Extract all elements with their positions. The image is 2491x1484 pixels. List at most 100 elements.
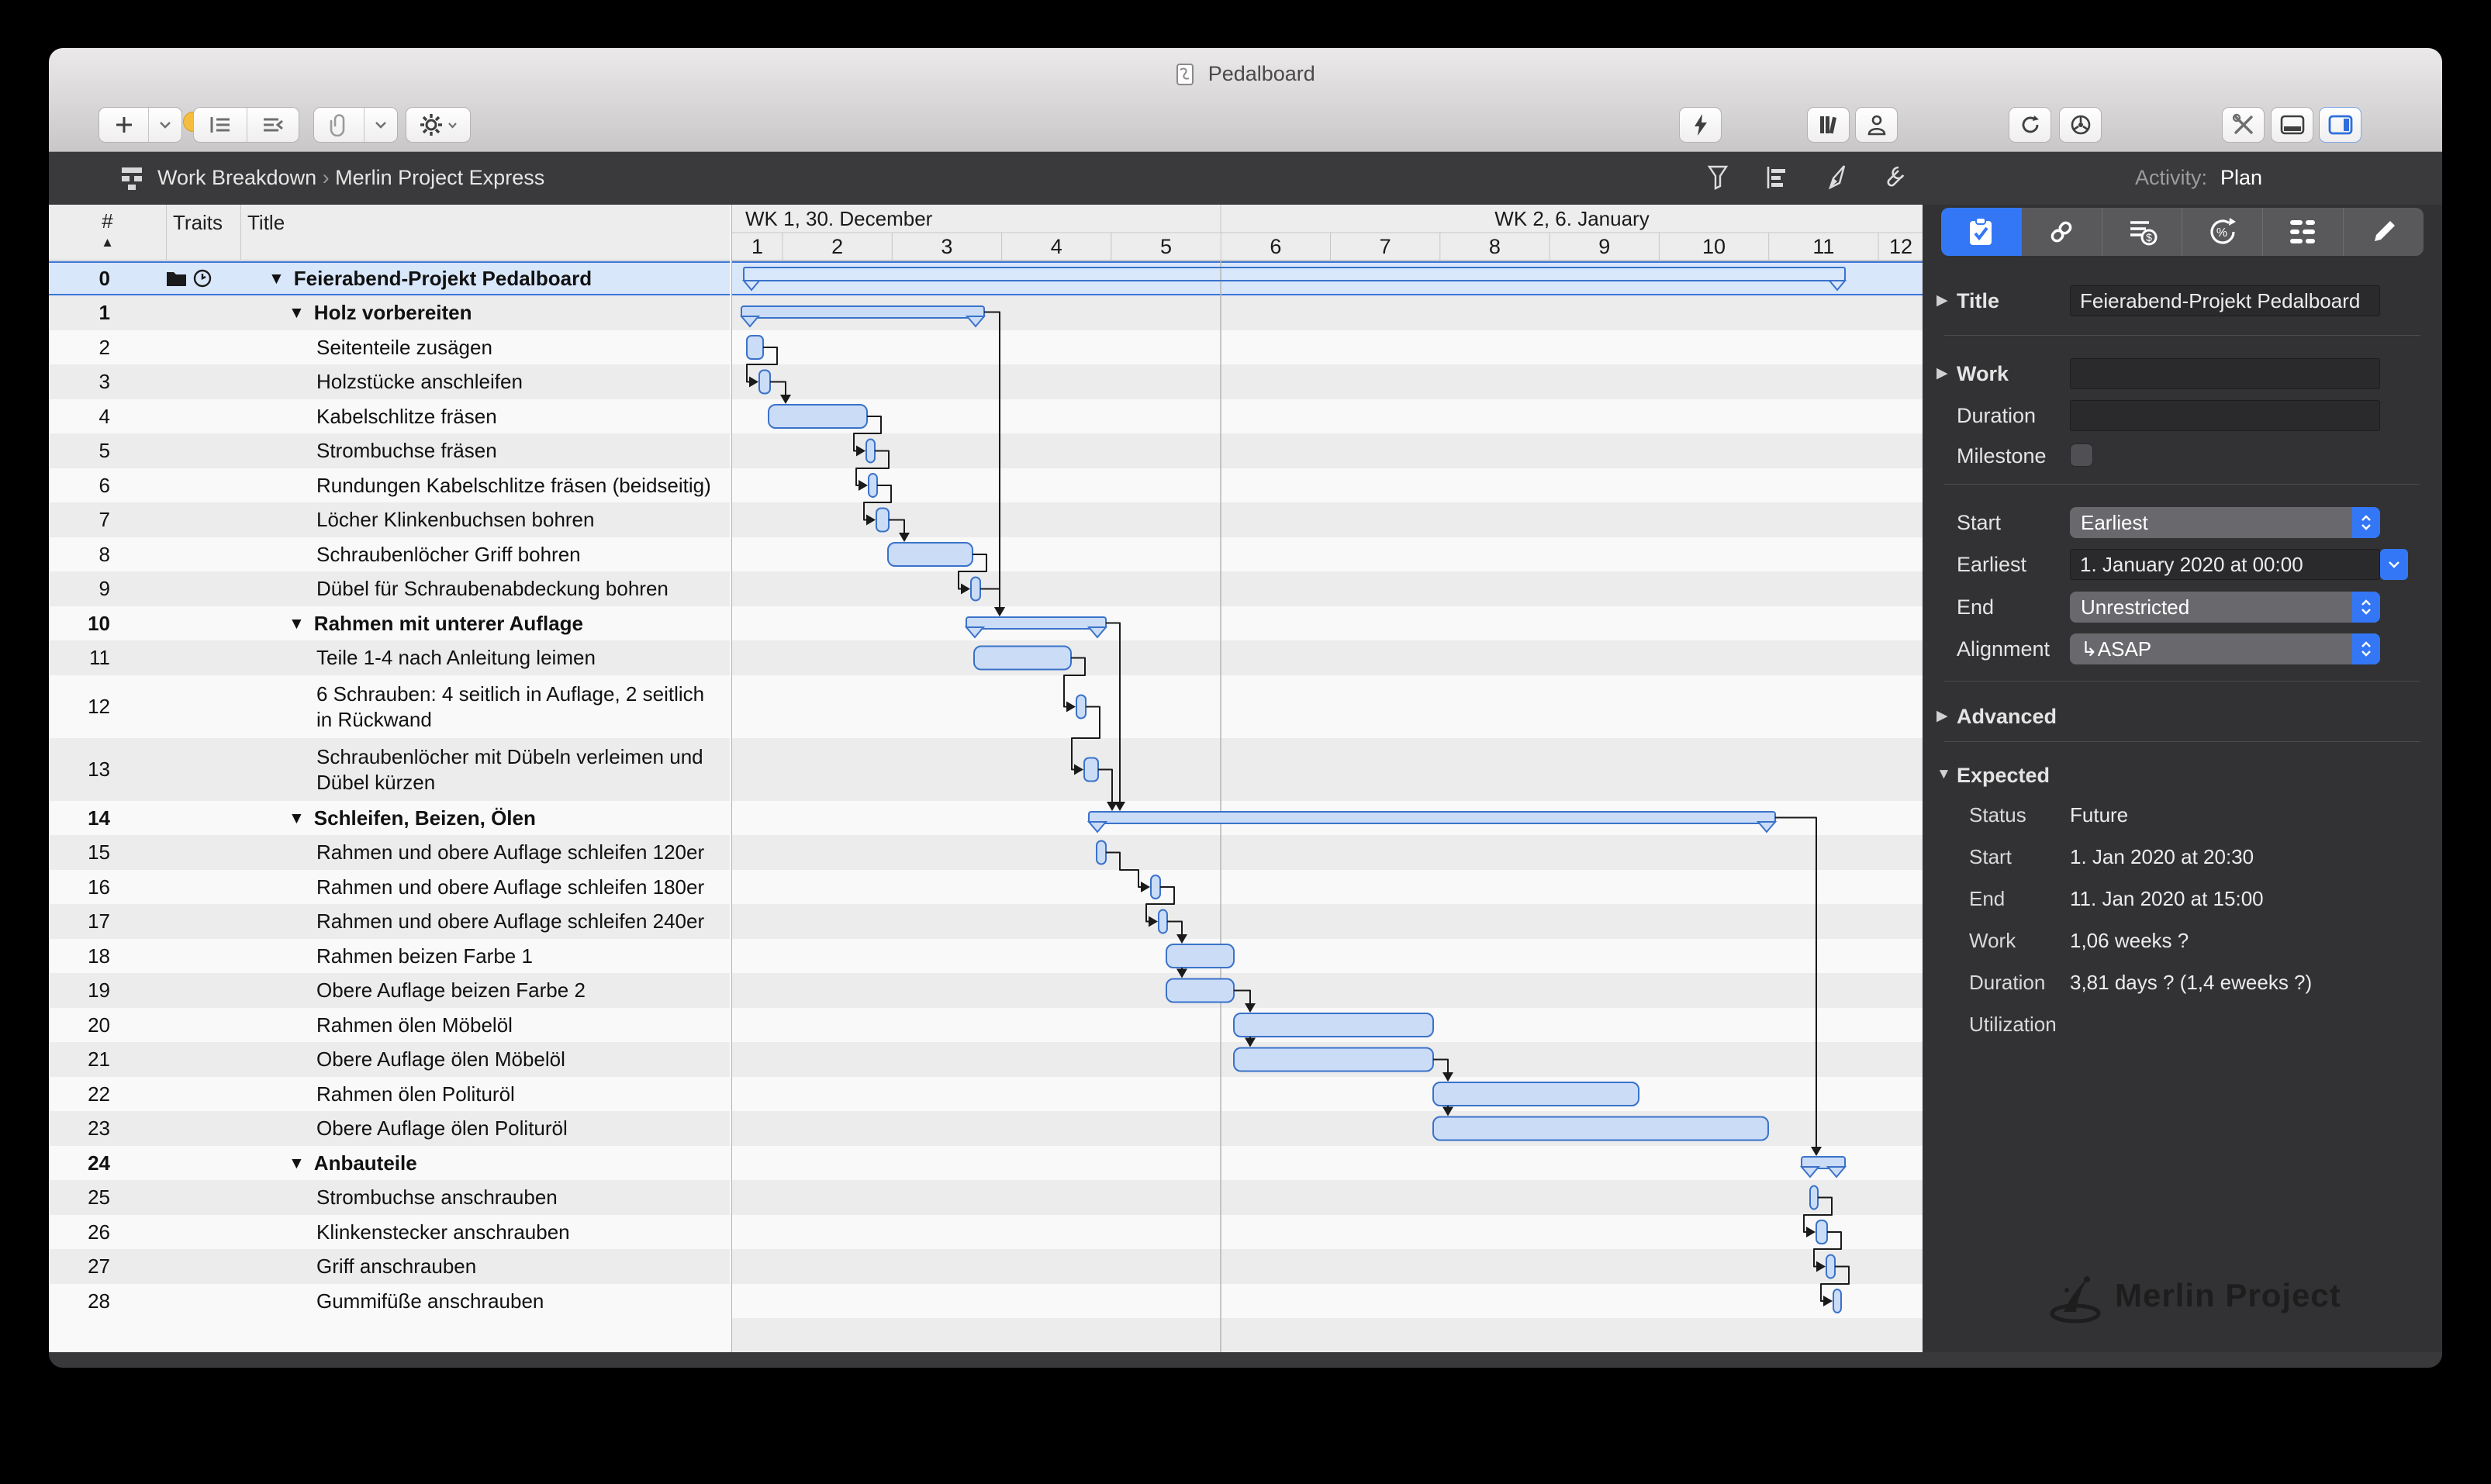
expected-section[interactable]: ▼ Expected — [1923, 760, 2442, 791]
table-row[interactable]: 17 Rahmen und obere Auflage schleifen 240… — [49, 904, 730, 939]
table-row[interactable]: 22 Rahmen ölen Polituröl — [49, 1077, 730, 1111]
table-row[interactable]: 20 Rahmen ölen Möbelöl — [49, 1008, 730, 1042]
disclosure-triangle-icon[interactable]: ▼ — [268, 266, 285, 292]
gantt-task-bar[interactable] — [865, 438, 876, 464]
table-row[interactable]: 21 Obere Auflage ölen Möbelöl — [49, 1042, 730, 1077]
milestone-checkbox[interactable] — [2070, 443, 2093, 467]
table-row[interactable]: 16 Rahmen und obere Auflage schleifen 180… — [49, 870, 730, 904]
attach-menu-button[interactable] — [364, 108, 397, 142]
gantt-task-bar[interactable] — [1816, 1220, 1828, 1244]
advanced-section[interactable]: ▶ Advanced — [1923, 701, 2442, 732]
table-row[interactable]: 15 Rahmen und obere Auflage schleifen 120… — [49, 835, 730, 870]
table-row[interactable]: 26 Klinkenstecker anschrauben — [49, 1215, 730, 1249]
gantt-task-bar[interactable] — [1083, 757, 1099, 782]
table-row[interactable]: 5 Strombuchse fräsen — [49, 433, 730, 468]
table-row[interactable]: 6 Rundungen Kabelschlitze fräsen (beidsei… — [49, 468, 730, 502]
tab-finance[interactable]: $ — [2101, 208, 2182, 256]
table-row[interactable]: 11 Teile 1-4 nach Anleitung leimen — [49, 640, 730, 675]
table-row[interactable]: 9 Dübel für Schraubenabdeckung bohren — [49, 571, 730, 606]
gantt-task-bar[interactable] — [768, 404, 868, 429]
gantt-task-bar[interactable] — [973, 645, 1072, 671]
start-popup[interactable]: Earliest — [2070, 507, 2380, 538]
tab-utilization[interactable]: % — [2182, 208, 2262, 256]
gantt-task-bar[interactable] — [887, 542, 973, 567]
table-row[interactable]: 24 ▼ Anbauteile — [49, 1146, 730, 1180]
table-row[interactable]: 2 Seitenteile zusägen — [49, 330, 730, 364]
table-row[interactable]: 25 Strombuchse anschrauben — [49, 1180, 730, 1215]
tools-button[interactable] — [2222, 107, 2265, 143]
table-row[interactable]: 19 Obere Auflage beizen Farbe 2 — [49, 973, 730, 1008]
gantt-task-bar[interactable] — [1809, 1185, 1819, 1210]
settings-button[interactable] — [406, 107, 471, 143]
gantt-task-bar[interactable] — [1096, 840, 1107, 865]
attach-button[interactable] — [314, 108, 364, 142]
disclosure-triangle-icon[interactable]: ▼ — [288, 806, 305, 831]
table-row[interactable]: 1 ▼ Holz vorbereiten — [49, 295, 730, 330]
gantt-task-bar[interactable] — [1150, 875, 1161, 899]
gantt-task-bar[interactable] — [970, 576, 981, 602]
style-brush-icon[interactable] — [1824, 164, 1849, 191]
gantt-task-bar[interactable] — [1826, 1254, 1836, 1279]
gantt-task-bar[interactable] — [868, 473, 878, 498]
date-dropdown-button[interactable] — [2380, 549, 2408, 580]
title-input[interactable]: Feierabend-Projekt Pedalboard — [2070, 285, 2380, 316]
disclosure-triangle-icon[interactable]: ▼ — [288, 611, 305, 637]
table-row[interactable]: 28 Gummifüße anschrauben — [49, 1284, 730, 1318]
gantt-task-bar[interactable] — [746, 335, 764, 360]
gantt-task-bar[interactable] — [1158, 909, 1168, 934]
table-row[interactable]: 13 Schraubenlöcher mit Dübeln verleimen u… — [49, 738, 730, 801]
activity-value[interactable]: Plan — [2220, 166, 2262, 190]
gantt-task-bar[interactable] — [1432, 1116, 1769, 1141]
gantt-task-bar[interactable] — [1166, 978, 1235, 1003]
table-row[interactable]: 10 ▼ Rahmen mit unterer Auflage — [49, 606, 730, 640]
gantt-summary-bar[interactable] — [741, 305, 985, 319]
gantt-task-bar[interactable] — [1076, 694, 1087, 720]
dashboard-button[interactable] — [2059, 107, 2102, 143]
outline-view-icon[interactable] — [1765, 164, 1788, 191]
table-row[interactable]: 27 Griff anschrauben — [49, 1249, 730, 1284]
gantt-task-bar[interactable] — [758, 369, 771, 395]
tab-resources[interactable] — [2262, 208, 2343, 256]
gantt-task-bar[interactable] — [1833, 1289, 1842, 1313]
resources-button[interactable] — [1855, 107, 1898, 143]
gantt-task-bar[interactable] — [1233, 1047, 1434, 1072]
duration-input[interactable] — [2070, 400, 2380, 431]
gantt-task-bar[interactable] — [1233, 1013, 1434, 1037]
outdent-button[interactable] — [246, 108, 299, 142]
breadcrumb[interactable]: Work Breakdown › Merlin Project Express — [157, 166, 544, 190]
table-row[interactable]: 23 Obere Auflage ölen Polituröl — [49, 1111, 730, 1146]
earliest-date-field[interactable]: 1. January 2020 at 00:00 — [2070, 549, 2380, 580]
toggle-bottom-panel-button[interactable] — [2271, 107, 2313, 143]
table-row[interactable]: 4 Kabelschlitze fräsen — [49, 399, 730, 433]
table-row[interactable]: 3 Holzstücke anschleifen — [49, 364, 730, 399]
disclosure-triangle-icon[interactable]: ▼ — [288, 1151, 305, 1176]
tab-task-info[interactable] — [1941, 208, 2021, 256]
conflicts-button[interactable] — [1679, 107, 1722, 143]
gantt-task-bar[interactable] — [1432, 1082, 1639, 1106]
work-input[interactable] — [2070, 358, 2380, 389]
table-row[interactable]: 14 ▼ Schleifen, Beizen, Ölen — [49, 801, 730, 835]
add-button[interactable] — [99, 108, 148, 142]
indent-button[interactable] — [194, 108, 247, 142]
gantt-summary-bar[interactable] — [1088, 811, 1776, 824]
format-wrench-icon[interactable] — [1883, 164, 1908, 191]
table-row[interactable]: 8 Schraubenlöcher Griff bohren — [49, 537, 730, 571]
toggle-inspector-button[interactable] — [2319, 107, 2361, 143]
table-row[interactable]: 12 6 Schrauben: 4 seitlich in Auflage, 2 … — [49, 675, 730, 738]
table-row[interactable]: 18 Rahmen beizen Farbe 1 — [49, 939, 730, 973]
gantt-task-bar[interactable] — [876, 507, 890, 533]
end-popup[interactable]: Unrestricted — [2070, 592, 2380, 623]
sync-button[interactable] — [2009, 107, 2051, 143]
disclosure-triangle-icon[interactable]: ▼ — [288, 300, 305, 326]
gantt-task-bar[interactable] — [1166, 944, 1235, 968]
disclosure-icon[interactable]: ▶ — [1936, 364, 1948, 382]
tab-links[interactable] — [2020, 208, 2102, 256]
gantt-summary-bar[interactable] — [966, 616, 1107, 630]
disclosure-icon[interactable]: ▶ — [1936, 292, 1948, 309]
library-button[interactable] — [1807, 107, 1850, 143]
alignment-popup[interactable]: ↳ASAP — [2070, 633, 2380, 664]
tab-notes[interactable] — [2343, 208, 2424, 256]
add-menu-button[interactable] — [148, 108, 181, 142]
filter-icon[interactable] — [1706, 164, 1729, 191]
table-row[interactable]: 0 ▼ Feierabend-Projekt Pedalboard — [49, 261, 730, 295]
